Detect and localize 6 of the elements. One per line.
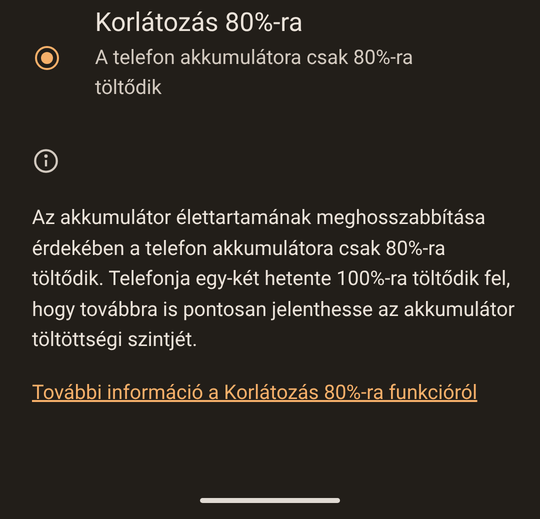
info-icon [33,148,59,174]
info-text: Az akkumulátor élettartamának meghosszabbítása érdekében a telefon akkumulátora csak 80%-ra töltődik. Telefonja egy-két hetente 100%-ra töltődik fel, hogy továbbra is pontosan jelenthesse az akkumulátor töltöttségi szintjét. [32,204,516,353]
option-title: Korlátozás 80%-ra [95,7,304,40]
radio-button[interactable] [34,46,58,70]
learn-more-link[interactable]: További információ a Korlátozás 80%-ra funkcióról [32,376,502,406]
option-description: A telefon akkumulátora csak 80%-ra töltődik [95,44,414,101]
